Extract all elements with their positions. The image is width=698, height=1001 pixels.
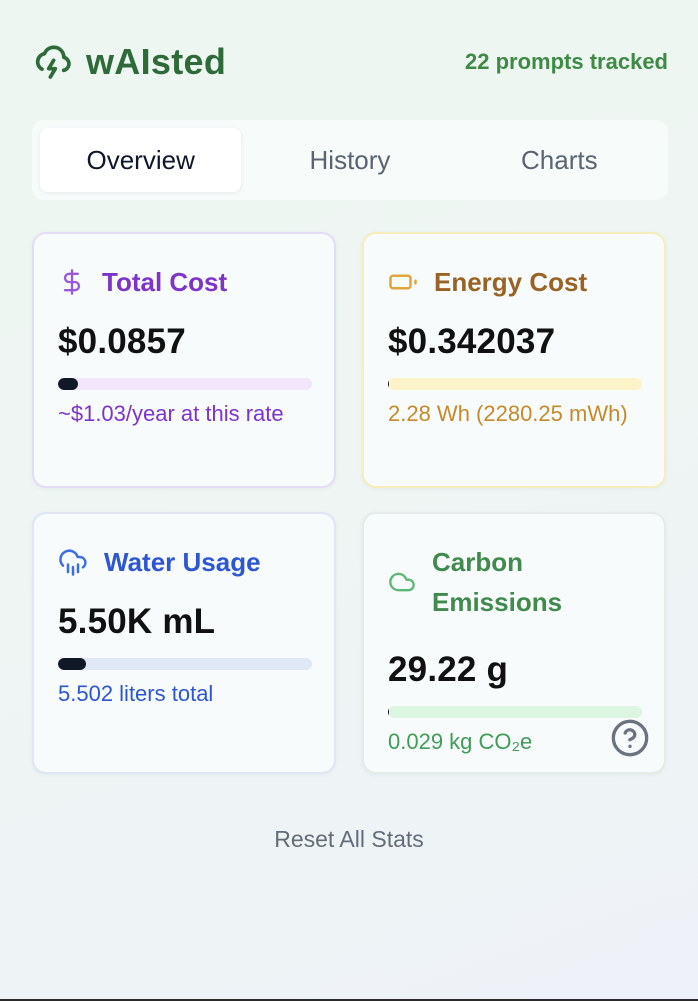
tab-history[interactable]: History: [249, 128, 450, 192]
carbon-emissions-progress-bar: [388, 706, 642, 718]
water-usage-title: Water Usage: [104, 547, 261, 577]
cloud-rain-icon: [59, 549, 87, 576]
energy-cost-subtitle: 2.28 Wh (2280.25 mWh): [388, 401, 628, 426]
total-cost-progress-fill: [58, 378, 79, 390]
tab-bar: Overview History Charts: [32, 120, 668, 200]
water-usage-progress-fill: [58, 658, 86, 670]
carbon-emissions-progress-fill: [388, 706, 390, 718]
carbon-emissions-title: Carbon Emissions: [432, 547, 563, 617]
reset-stats-button[interactable]: Reset All Stats: [0, 826, 698, 853]
tab-charts[interactable]: Charts: [459, 128, 660, 192]
header: wAIsted 22 prompts tracked: [32, 36, 668, 88]
carbon-emissions-card: Carbon Emissions 29.22 g 0.029 kg CO₂e: [362, 512, 666, 774]
cloud-lightning-icon: [35, 45, 71, 79]
carbon-emissions-subtitle: 0.029 kg CO₂e: [388, 729, 533, 754]
cloud-icon: [389, 572, 415, 592]
total-cost-subtitle: ~$1.03/year at this rate: [58, 401, 284, 426]
carbon-emissions-value: 29.22 g: [388, 650, 509, 689]
total-cost-card: Total Cost $0.0857 ~$1.03/year at this r…: [32, 232, 336, 488]
energy-cost-title: Energy Cost: [434, 267, 588, 297]
tab-overview[interactable]: Overview: [40, 128, 242, 192]
dollar-icon: [63, 269, 81, 295]
total-cost-title: Total Cost: [102, 267, 228, 297]
energy-cost-card: Energy Cost $0.342037 2.28 Wh (2280.25 m…: [362, 232, 666, 488]
battery-icon: [389, 274, 417, 290]
energy-cost-progress-fill: [388, 378, 390, 390]
water-usage-card: Water Usage 5.50K mL 5.502 liters total: [32, 512, 336, 774]
total-cost-progress-bar: [58, 378, 312, 390]
water-usage-progress-bar: [58, 658, 312, 670]
water-usage-value: 5.50K mL: [58, 602, 216, 641]
app-title: wAIsted: [86, 41, 227, 82]
energy-cost-progress-bar: [388, 378, 642, 390]
help-icon[interactable]: [610, 718, 650, 758]
brand: wAIsted: [32, 41, 226, 83]
total-cost-value: $0.0857: [58, 322, 186, 361]
energy-cost-value: $0.342037: [388, 322, 556, 361]
prompts-tracked-count: 22 prompts tracked: [465, 49, 668, 74]
water-usage-subtitle: 5.502 liters total: [58, 681, 214, 706]
